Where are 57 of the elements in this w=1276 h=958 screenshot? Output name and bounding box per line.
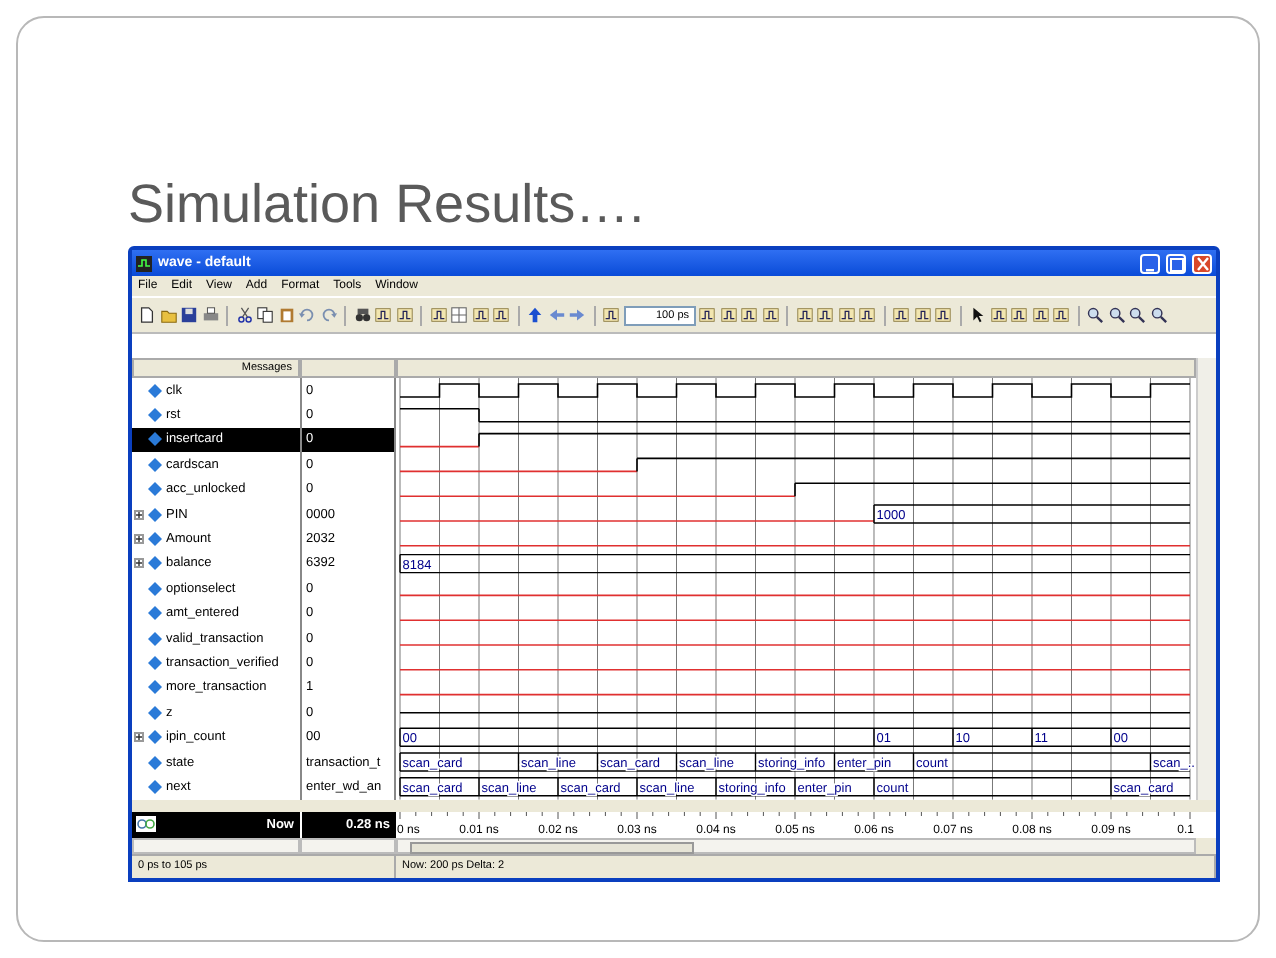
printer-icon[interactable] (201, 306, 219, 324)
waveform-tool-icon[interactable] (837, 306, 855, 324)
plus-icon (136, 511, 142, 518)
scissors-icon[interactable] (235, 306, 253, 324)
minimize-button[interactable] (1140, 253, 1160, 273)
expand-button[interactable] (134, 534, 144, 545)
maximize-button[interactable] (1166, 253, 1186, 273)
waveform-tool-icon[interactable] (740, 306, 758, 324)
redo-icon[interactable] (319, 306, 337, 324)
waveform-tool-icon[interactable] (892, 306, 910, 324)
plus-icon (136, 536, 142, 543)
clipboard-icon[interactable] (277, 306, 295, 324)
waveform-tool-icon[interactable] (1010, 306, 1028, 324)
waveform-tool-icon[interactable] (816, 306, 834, 324)
maximize-icon (1169, 257, 1183, 271)
waveform-tool-icon[interactable] (395, 306, 413, 324)
waveform-tool-icon[interactable] (429, 306, 447, 324)
grid-icon[interactable] (450, 306, 468, 324)
zoom-icon[interactable] (1107, 306, 1125, 324)
undo-icon[interactable] (298, 306, 316, 324)
cursor-icon[interactable] (136, 816, 156, 833)
zoom-icon[interactable] (1149, 306, 1167, 324)
plus-icon (136, 560, 142, 567)
plus-icon (136, 734, 142, 741)
waveform-tool-icon[interactable] (492, 306, 510, 324)
expand-button[interactable] (134, 732, 144, 743)
vertical-scrollbar[interactable] (1196, 358, 1216, 800)
waveform-tool-icon[interactable] (1052, 306, 1070, 324)
waveform-tool-icon[interactable] (602, 306, 620, 324)
app-icon (136, 255, 152, 271)
right-arrow-icon[interactable] (568, 306, 586, 324)
waveform-tool-icon[interactable] (858, 306, 876, 324)
waveform-tool-icon[interactable] (989, 306, 1007, 324)
waveform-tool-icon[interactable] (934, 306, 952, 324)
folder-icon[interactable] (159, 306, 177, 324)
waveform-tool-icon[interactable] (761, 306, 779, 324)
expand-button[interactable] (134, 509, 144, 520)
zoom-icon[interactable] (1128, 306, 1146, 324)
document-icon[interactable] (138, 306, 156, 324)
close-icon (1195, 255, 1209, 271)
close-button[interactable] (1192, 253, 1212, 273)
waveform-tool-icon[interactable] (1031, 306, 1049, 324)
binoculars-icon[interactable] (353, 306, 371, 324)
copy-icon[interactable] (256, 306, 274, 324)
waveform-tool-icon[interactable] (795, 306, 813, 324)
left-arrow-icon[interactable] (547, 306, 565, 324)
waveform-tool-icon[interactable] (374, 306, 392, 324)
expand-button[interactable] (134, 558, 144, 569)
pointer-icon[interactable] (968, 306, 986, 324)
slide-title: Simulation Results…. (128, 178, 647, 232)
up-arrow-icon[interactable] (526, 306, 544, 324)
waveform-tool-icon[interactable] (719, 306, 737, 324)
waveform-tool-icon[interactable] (698, 306, 716, 324)
zoom-icon[interactable] (1086, 306, 1104, 324)
waveform-tool-icon[interactable] (471, 306, 489, 324)
waveform-tool-icon[interactable] (913, 306, 931, 324)
minimize-icon (1145, 265, 1155, 271)
